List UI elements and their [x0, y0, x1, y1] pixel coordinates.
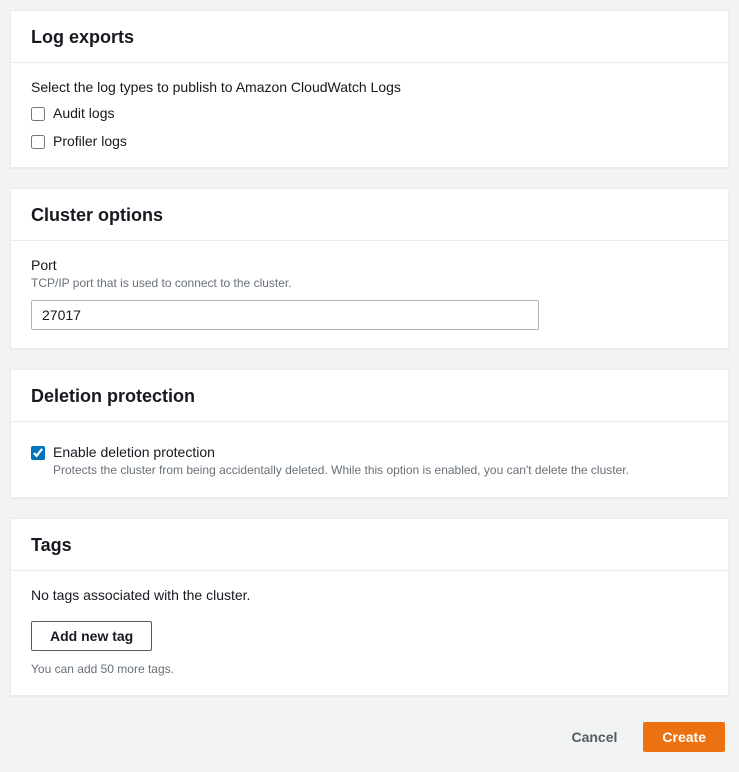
tags-limit-hint: You can add 50 more tags. — [31, 661, 708, 678]
tags-title: Tags — [31, 535, 708, 556]
cluster-options-panel: Cluster options Port TCP/IP port that is… — [10, 188, 729, 349]
panel-header: Log exports — [11, 11, 728, 63]
panel-body: Port TCP/IP port that is used to connect… — [11, 241, 728, 348]
cluster-options-title: Cluster options — [31, 205, 708, 226]
enable-deletion-row[interactable]: Enable deletion protection Protects the … — [31, 444, 708, 479]
profiler-logs-row[interactable]: Profiler logs — [31, 133, 708, 149]
audit-logs-row[interactable]: Audit logs — [31, 105, 708, 121]
panel-header: Deletion protection — [11, 370, 728, 422]
log-exports-panel: Log exports Select the log types to publ… — [10, 10, 729, 168]
port-label: Port — [31, 257, 708, 273]
profiler-logs-label: Profiler logs — [53, 133, 127, 149]
form-footer: Cancel Create — [10, 716, 729, 762]
audit-logs-checkbox[interactable] — [31, 107, 45, 121]
deletion-protection-title: Deletion protection — [31, 386, 708, 407]
panel-body: No tags associated with the cluster. Add… — [11, 571, 728, 696]
deletion-protection-panel: Deletion protection Enable deletion prot… — [10, 369, 729, 498]
panel-header: Cluster options — [11, 189, 728, 241]
tags-panel: Tags No tags associated with the cluster… — [10, 518, 729, 697]
enable-deletion-hint: Protects the cluster from being accident… — [53, 462, 629, 479]
port-hint: TCP/IP port that is used to connect to t… — [31, 275, 708, 292]
create-button[interactable]: Create — [643, 722, 725, 752]
log-exports-title: Log exports — [31, 27, 708, 48]
profiler-logs-checkbox[interactable] — [31, 135, 45, 149]
log-exports-intro: Select the log types to publish to Amazo… — [31, 79, 708, 95]
add-new-tag-button[interactable]: Add new tag — [31, 621, 152, 651]
enable-deletion-checkbox[interactable] — [31, 446, 45, 460]
panel-body: Enable deletion protection Protects the … — [11, 422, 728, 497]
tags-empty-text: No tags associated with the cluster. — [31, 587, 708, 603]
panel-body: Select the log types to publish to Amazo… — [11, 63, 728, 167]
panel-header: Tags — [11, 519, 728, 571]
port-input[interactable] — [31, 300, 539, 330]
enable-deletion-label: Enable deletion protection — [53, 444, 629, 460]
audit-logs-label: Audit logs — [53, 105, 114, 121]
cancel-button[interactable]: Cancel — [557, 723, 631, 751]
